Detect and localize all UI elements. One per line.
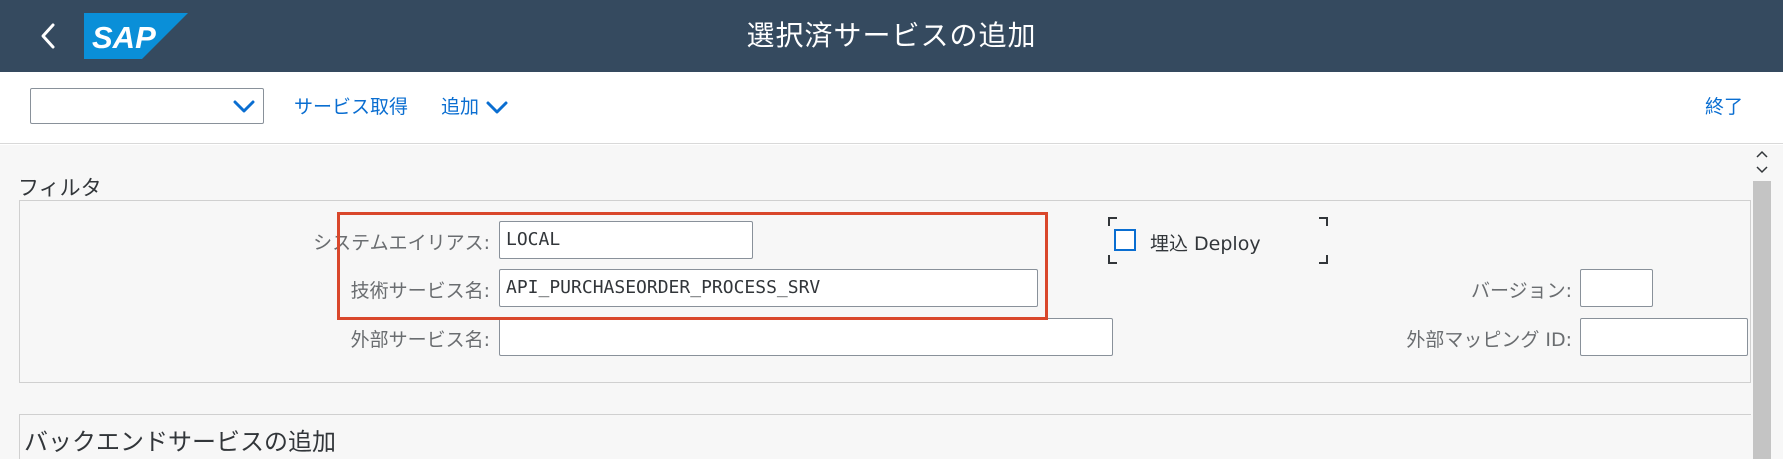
page-title: 選択済サービスの追加 [746, 19, 1037, 52]
embed-deploy-label: 埋込 Deploy [1150, 233, 1261, 255]
chevron-down-icon [486, 101, 508, 114]
external-mapping-id-label: 外部マッピング ID: [1406, 329, 1572, 351]
add-menu-button[interactable]: 追加 [441, 94, 509, 120]
exit-button[interactable]: 終了 [1705, 94, 1743, 120]
backend-services-title: バックエンドサービスの追加 [24, 428, 336, 456]
focus-corner [1319, 255, 1328, 264]
version-input[interactable] [1580, 269, 1653, 307]
highlight-annotation-box [337, 212, 1048, 320]
toolbar: サービス取得 追加 終了 [0, 72, 1783, 144]
focus-corner [1319, 217, 1328, 226]
embed-deploy-checkbox[interactable] [1114, 229, 1136, 251]
filter-section-title: フィルタ [18, 176, 102, 200]
chevron-down-icon [1756, 166, 1768, 174]
focus-corner [1108, 217, 1117, 226]
scroll-up-button[interactable] [1753, 147, 1771, 161]
scroll-thumb[interactable] [1753, 181, 1771, 459]
focus-corner [1108, 255, 1117, 264]
add-menu-label: 追加 [441, 96, 480, 118]
shell-header: SAP 選択済サービスの追加 [0, 0, 1783, 72]
chevron-up-icon [1756, 150, 1768, 158]
external-mapping-id-input[interactable] [1580, 318, 1748, 356]
chevron-down-icon [233, 100, 255, 113]
external-service-name-input[interactable] [499, 318, 1113, 356]
command-field-select[interactable] [30, 88, 264, 124]
scroll-down-button[interactable] [1753, 163, 1771, 177]
embed-deploy-group: 埋込 Deploy [1108, 217, 1328, 264]
external-service-name-label: 外部サービス名: [350, 329, 490, 351]
version-label: バージョン: [1470, 280, 1572, 302]
get-services-button[interactable]: サービス取得 [294, 94, 408, 120]
